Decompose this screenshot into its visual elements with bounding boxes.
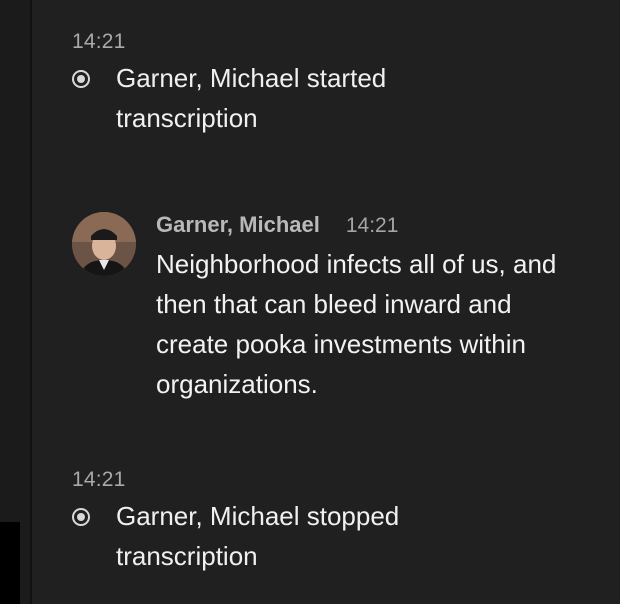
message-body: Garner, Michael 14:21 Neighborhood infec… <box>156 212 576 404</box>
user-avatar-icon <box>72 212 136 276</box>
event-timestamp: 14:21 <box>72 30 126 53</box>
event-timestamp: 14:21 <box>72 468 126 491</box>
sender-name[interactable]: Garner, Michael <box>156 212 320 238</box>
radio-record-icon <box>72 70 90 88</box>
chat-panel: 14:21 Garner, Michael started transcript… <box>0 0 620 604</box>
avatar[interactable] <box>72 212 136 276</box>
message-timestamp: 14:21 <box>345 214 399 237</box>
radio-record-icon <box>72 508 90 526</box>
chat-message: Garner, Michael 14:21 Neighborhood infec… <box>72 212 612 404</box>
left-pane-edge <box>0 0 30 604</box>
pane-divider[interactable] <box>30 0 32 604</box>
event-text: Garner, Michael started transcription <box>116 63 387 133</box>
system-event-start: 14:21 Garner, Michael started transcript… <box>72 30 592 138</box>
event-row: Garner, Michael stopped transcription <box>72 501 592 576</box>
left-pane-block <box>0 522 20 604</box>
message-text: Neighborhood infects all of us, and then… <box>156 249 557 399</box>
event-row: Garner, Michael started transcription <box>72 63 592 138</box>
message-header: Garner, Michael 14:21 <box>156 212 576 240</box>
system-event-stop: 14:21 Garner, Michael stopped transcript… <box>72 468 592 576</box>
event-text: Garner, Michael stopped transcription <box>116 501 400 571</box>
